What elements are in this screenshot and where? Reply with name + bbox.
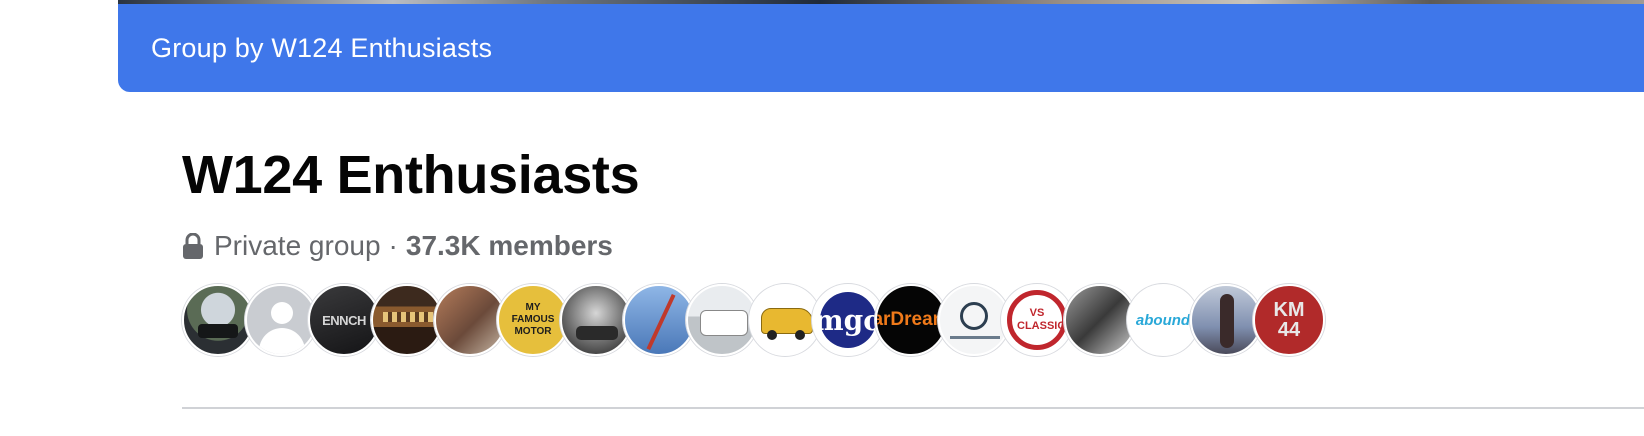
member-avatar[interactable] [434, 284, 506, 356]
avatar-text: VS CLASSICS [1017, 307, 1073, 332]
banner-text[interactable]: Group by W124 Enthusiasts [151, 33, 492, 64]
member-avatar[interactable]: mgo [812, 284, 884, 356]
avatar-text: arDream [875, 309, 947, 330]
lock-icon [183, 233, 203, 259]
member-count[interactable]: 37.3K members [406, 230, 613, 262]
member-avatar[interactable]: KM 44 [1253, 284, 1325, 356]
member-avatar[interactable] [749, 284, 821, 356]
group-meta: Private group · 37.3K members [182, 228, 613, 264]
member-avatar[interactable] [686, 284, 758, 356]
member-avatar[interactable] [938, 284, 1010, 356]
member-avatar[interactable]: VS CLASSICS [1001, 284, 1073, 356]
avatar-text: mgo [814, 303, 882, 337]
avatar-text: abound [1135, 311, 1191, 329]
member-avatar[interactable]: MY FAMOUS MOTOR [497, 284, 569, 356]
member-avatar[interactable]: ENNCH [308, 284, 380, 356]
member-avatar[interactable]: arDream [875, 284, 947, 356]
member-avatar[interactable] [560, 284, 632, 356]
meta-separator: · [388, 230, 398, 261]
group-title[interactable]: W124 Enthusiasts [182, 144, 640, 206]
member-avatar[interactable] [245, 284, 317, 356]
avatar-text: ENNCH [322, 312, 366, 328]
privacy-label[interactable]: Private group [214, 230, 381, 262]
member-avatar[interactable] [1190, 284, 1262, 356]
member-avatar[interactable] [371, 284, 443, 356]
group-owner-banner[interactable]: Group by W124 Enthusiasts [118, 4, 1644, 92]
member-avatars: ENNCH MY FAMOUS MOTOR mgo arDream VS CLA… [182, 283, 1325, 357]
member-avatar[interactable]: abound [1127, 284, 1199, 356]
avatar-text: MY FAMOUS MOTOR [511, 302, 555, 337]
avatar-text: KM 44 [1273, 299, 1305, 341]
member-avatar[interactable] [182, 284, 254, 356]
section-divider [182, 407, 1644, 409]
member-avatar[interactable] [623, 284, 695, 356]
member-avatar[interactable] [1064, 284, 1136, 356]
